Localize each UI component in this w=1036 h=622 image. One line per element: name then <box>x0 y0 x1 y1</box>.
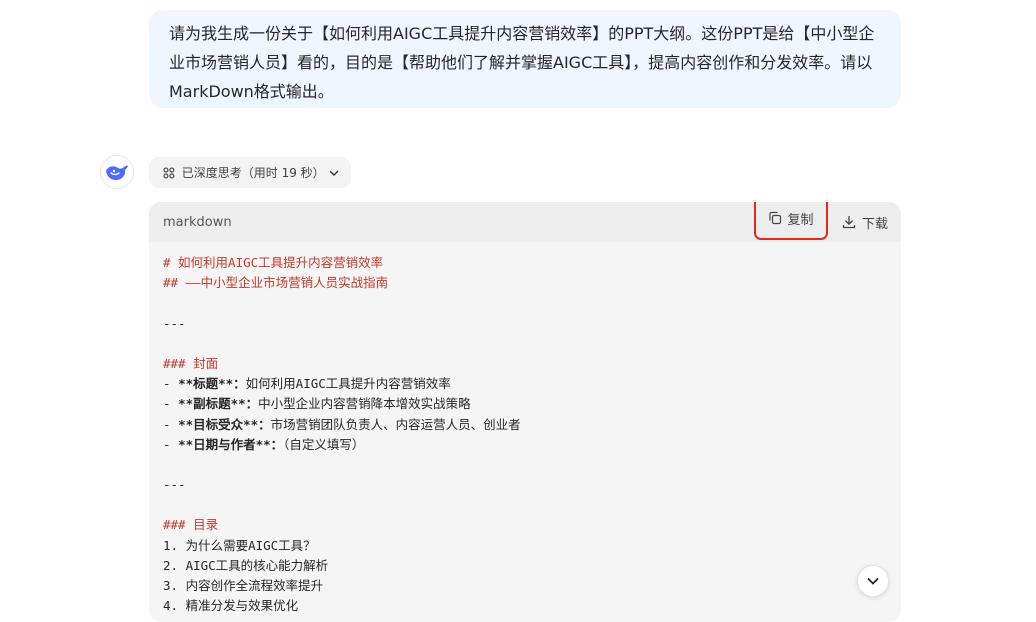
code-line: 2. AIGC工具的核心能力解析 <box>163 556 887 576</box>
code-bold-key: **日期与作者**： <box>178 436 284 452</box>
chevron-down-icon <box>329 168 339 178</box>
code-heading-text: ## ——中小型企业市场营销人员实战指南 <box>163 275 389 291</box>
chevron-down-icon <box>867 578 879 585</box>
download-button[interactable]: 下载 <box>836 208 894 236</box>
thinking-label: 已深度思考（用时 19 秒） <box>181 166 325 180</box>
code-text: 3. 内容创作全流程效率提升 <box>163 578 324 593</box>
user-message-text: 请为我生成一份关于【如何利用AIGC工具提升内容营销效率】的PPT大纲。这份PP… <box>169 24 875 101</box>
deepseek-whale-icon <box>106 165 128 180</box>
code-text: 1. 为什么需要AIGC工具？ <box>163 537 316 553</box>
code-heading-text: ### 封面 <box>163 355 219 371</box>
code-bullet: - <box>163 436 179 452</box>
scroll-to-bottom-button[interactable] <box>857 565 889 597</box>
code-line: - **日期与作者**：（自定义填写） <box>163 435 887 455</box>
deep-think-icon <box>163 167 175 178</box>
user-message-bubble: 请为我生成一份关于【如何利用AIGC工具提升内容营销效率】的PPT大纲。这份PP… <box>149 10 901 108</box>
code-heading-text: # 如何利用AIGC工具提升内容营销效率 <box>163 255 384 270</box>
code-bullet: - <box>163 396 179 412</box>
code-line: - **副标题**：中小型企业内容营销降本增效实战策略 <box>163 394 887 414</box>
code-block-header: markdown 复制 下载 <box>149 202 901 242</box>
code-bold-key: **标题**： <box>178 376 246 392</box>
code-content: # 如何利用AIGC工具提升内容营销效率 ## ——中小型企业市场营销人员实战指南… <box>149 242 901 616</box>
code-bullet: - <box>163 376 179 392</box>
code-text: --- <box>163 315 186 331</box>
copy-button[interactable]: 复制 <box>754 202 828 240</box>
code-line: --- <box>163 475 887 495</box>
copy-icon <box>769 211 782 225</box>
download-label: 下载 <box>862 216 889 232</box>
thinking-toggle[interactable]: 已深度思考（用时 19 秒） <box>149 157 351 188</box>
code-item-text: （自定义填写） <box>283 436 365 452</box>
code-line: ### 封面 <box>163 354 887 374</box>
code-text: 4. 精准分发与效果优化 <box>163 598 299 614</box>
code-line: 3. 内容创作全流程效率提升 <box>163 576 887 596</box>
code-line: - **目标受众**：市场营销团队负责人、内容运营人员、创业者 <box>163 415 887 435</box>
code-block: markdown 复制 下载 # 如何利用AIGC工具提升内容营销效率 ## ——… <box>149 202 901 622</box>
code-item-text: 中小型企业内容营销降本增效实战策略 <box>258 396 471 412</box>
download-icon <box>842 215 856 229</box>
code-line: --- <box>163 314 887 334</box>
code-line: 1. 为什么需要AIGC工具？ <box>163 536 887 556</box>
copy-label: 复制 <box>787 212 814 228</box>
code-line: 4. 精准分发与效果优化 <box>163 596 887 616</box>
code-bold-key: **副标题**： <box>178 396 259 412</box>
code-text: 2. AIGC工具的核心能力解析 <box>163 557 329 573</box>
code-item-text: 市场营销团队负责人、内容运营人员、创业者 <box>270 416 521 432</box>
code-line: ### 目录 <box>163 515 887 535</box>
code-bold-key: **目标受众**： <box>178 416 271 432</box>
code-text: --- <box>163 477 186 493</box>
code-line: - **标题**：如何利用AIGC工具提升内容营销效率 <box>163 374 887 394</box>
assistant-avatar <box>100 155 134 189</box>
code-line: # 如何利用AIGC工具提升内容营销效率 <box>163 253 887 273</box>
code-line: ## ——中小型企业市场营销人员实战指南 <box>163 273 887 293</box>
code-bullet: - <box>163 416 179 432</box>
code-item-text: 如何利用AIGC工具提升内容营销效率 <box>245 376 451 392</box>
code-heading-text: ### 目录 <box>163 517 219 533</box>
